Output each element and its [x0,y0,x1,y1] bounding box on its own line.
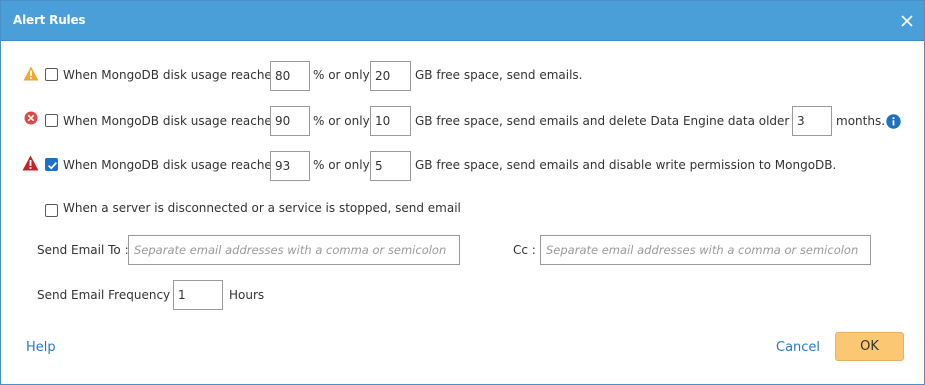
frequency-label: Send Email Frequency : [37,288,178,302]
dialog-title: Alert Rules [13,13,86,27]
send-to-label: Send Email To : [37,243,129,257]
rule-warning-percent-input[interactable] [270,61,310,91]
alert-rules-dialog: Alert Rules When MongoDB disk usage reac… [0,0,925,385]
rule-error-months-input[interactable] [792,106,832,136]
rule-error-percent-input[interactable] [270,106,310,136]
rule-warning-gb-input[interactable] [370,61,411,91]
rule-critical-label-prefix: When MongoDB disk usage reaches [63,158,279,172]
rule-error-label-mid: % or only [313,114,370,128]
critical-triangle-icon [22,155,39,171]
rule-critical-checkbox[interactable] [45,158,58,171]
cc-input[interactable] [540,235,871,265]
ok-button[interactable]: OK [835,332,904,361]
rule-critical-gb-input[interactable] [370,151,411,181]
rule-warning-checkbox[interactable] [45,68,58,81]
checkmark-icon [47,161,58,170]
server-rule-label: When a server is disconnected or a servi… [63,201,461,215]
rule-warning-label-suffix: GB free space, send emails. [415,68,583,82]
rule-error-checkbox[interactable] [45,114,58,127]
send-to-input[interactable] [128,235,460,265]
rule-critical-row: When MongoDB disk usage reaches % or onl… [1,149,924,181]
rule-error-label-suffix: GB free space, send emails and delete Da… [415,114,821,128]
close-icon[interactable] [898,12,916,30]
title-bar: Alert Rules [1,1,924,41]
warning-icon [23,66,39,81]
rule-error-label-prefix: When MongoDB disk usage reaches [63,114,279,128]
rule-critical-percent-input[interactable] [270,151,310,181]
info-icon[interactable] [886,114,901,129]
rule-error-row: When MongoDB disk usage reaches % or onl… [1,105,924,137]
cancel-button[interactable]: Cancel [776,340,820,355]
rule-error-months-label: months. [836,114,886,128]
rule-critical-label-suffix: GB free space, send emails and disable w… [415,158,837,172]
frequency-unit: Hours [229,288,265,302]
server-rule-checkbox[interactable] [45,204,58,217]
rule-warning-label-prefix: When MongoDB disk usage reaches [63,68,279,82]
help-link[interactable]: Help [26,340,56,355]
error-circle-icon [24,111,38,125]
rule-critical-label-mid: % or only [313,158,370,172]
rule-warning-row: When MongoDB disk usage reaches % or onl… [1,60,924,92]
rule-warning-label-mid: % or only [313,68,370,82]
rule-error-gb-input[interactable] [370,106,411,136]
frequency-input[interactable] [173,280,223,310]
cc-label: Cc : [513,243,536,257]
